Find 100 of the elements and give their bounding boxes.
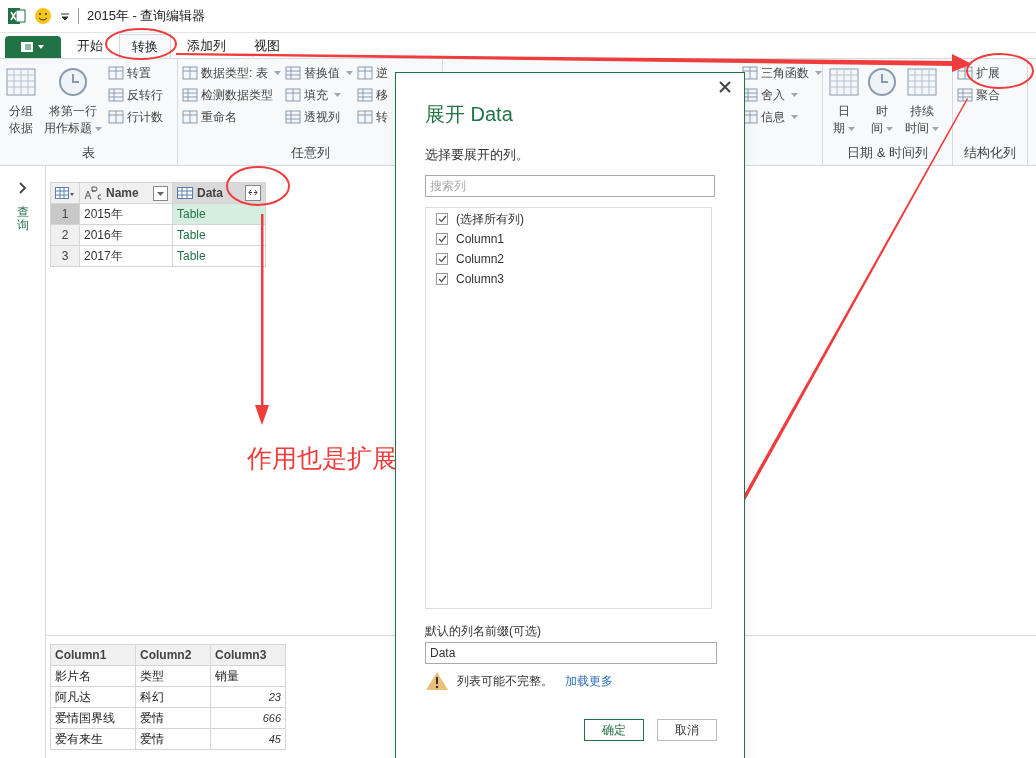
table-cell: 类型 [135,665,211,687]
column-name: Data [197,185,224,202]
ribbon-button[interactable]: 替换值 [284,63,353,82]
clock-icon [58,67,88,97]
close-icon[interactable] [719,81,731,93]
table-cell: 科幻 [135,686,211,708]
file-menu-button[interactable] [5,36,61,58]
load-more-link[interactable]: 加载更多 [565,671,613,690]
table-cell: 2017年 [79,245,173,267]
prefix-label: 默认的列名前缀(可选) [425,622,542,640]
column-checkbox-item[interactable]: (选择所有列) [436,210,711,228]
checkbox[interactable] [436,233,448,245]
ribbon-button[interactable]: 将第一行 用作标题 [42,63,104,141]
column-checkbox-item[interactable]: Column3 [436,270,711,288]
ribbon-button[interactable]: 转 [356,107,388,126]
table-cell: 2015年 [79,203,173,225]
dialog-button[interactable]: 确定 [584,718,644,741]
check-icon [437,255,447,263]
checkbox[interactable] [436,253,448,265]
table-icon [829,67,859,97]
grid-icon [356,64,373,81]
prefix-field[interactable]: Data [425,641,717,664]
grid-icon [356,108,373,125]
grid-icon [108,108,124,125]
grid-icon [108,64,124,81]
check-icon [437,215,447,223]
row-number[interactable]: 2 [50,224,80,246]
grid-icon [182,108,198,125]
grid-icon [182,64,198,81]
warning-icon [425,670,449,691]
column-header: Column1 [50,644,136,666]
ribbon-tab[interactable]: 添加列 [175,34,238,58]
ribbon-button[interactable]: 时 间 [865,63,899,141]
annotation-circle [105,28,177,60]
grid-icon [284,108,301,125]
row-number[interactable]: 1 [50,203,80,225]
ribbon-button[interactable]: 转置 [108,63,163,82]
checkbox[interactable] [436,273,448,285]
smiley-icon[interactable] [34,7,52,25]
ribbon-button[interactable]: 分组 依据 [4,63,38,141]
customize-menu-icon[interactable] [60,11,70,21]
ribbon-tab[interactable]: 转换 [119,34,171,58]
group-label: 日期 & 时间列 [847,144,928,163]
table-cell: 666 [210,707,286,729]
search-field[interactable]: 搜索列 [425,174,715,197]
expand-pane-icon[interactable] [17,182,28,194]
annotation-circle [966,53,1034,89]
filter-dropdown-icon[interactable] [153,185,168,201]
grid-icon [284,64,301,81]
dialog-button[interactable]: 取消 [657,718,717,741]
checkbox[interactable] [436,213,448,225]
annotation-circle [226,166,290,206]
ribbon-button[interactable]: 检测数据类型 [182,85,281,104]
expand-icon[interactable] [245,185,261,201]
table-icon [55,187,75,199]
ribbon-button[interactable]: 填充 [284,85,353,104]
table-cell: 销量 [210,665,286,687]
ribbon-tab[interactable]: 视图 [242,34,292,58]
column-checkbox-item[interactable]: Column1 [436,230,711,248]
column-header[interactable]: Data [172,182,266,204]
check-icon [437,275,447,283]
column-header: Column3 [210,644,286,666]
dialog-title: 展开 Data [425,102,514,127]
table-menu-header[interactable] [50,182,80,204]
column-name: Name [106,185,140,202]
column-checkbox-item[interactable]: Column2 [436,250,711,268]
table-icon [6,67,36,97]
table-cell: 45 [210,728,286,750]
ribbon-button[interactable]: 逆 [356,63,388,82]
table-cell: 影片名 [50,665,136,687]
table-cell: 2016年 [79,224,173,246]
ribbon-button[interactable]: 聚合 [957,85,1000,104]
ribbon-button[interactable]: 透视列 [284,107,353,126]
group-label: 表 [82,144,95,163]
table-icon [177,187,193,199]
window-title: 2015年 - 查询编辑器 [87,7,206,26]
ribbon-button[interactable]: 行计数 [108,107,163,126]
text-type-icon [84,186,102,200]
column-header: Column2 [135,644,211,666]
column-header[interactable]: Name [79,182,173,204]
ribbon-button[interactable]: 重命名 [182,107,281,126]
menu-icon [20,41,46,53]
ribbon-tab[interactable]: 开始 [65,34,115,58]
table-cell: 阿凡达 [50,686,136,708]
ribbon-button[interactable]: 持续 时间 [903,63,941,141]
queries-pane-label[interactable]: 查询 [16,206,29,233]
check-icon [437,235,447,243]
row-number[interactable]: 3 [50,245,80,267]
dialog-subtitle: 选择要展开的列。 [425,146,530,164]
ribbon-button[interactable]: 数据类型: 表 [182,63,281,82]
clock-icon [867,67,897,97]
group-label: 结构化列 [964,144,1016,163]
grid-icon [182,86,198,103]
ribbon-button[interactable]: 日 期 [827,63,861,141]
table-cell: 爱有来生 [50,728,136,750]
ribbon-button[interactable]: 移 [356,85,388,104]
grid-icon [957,86,973,103]
table-icon [907,67,937,97]
grid-icon [284,86,301,103]
ribbon-button[interactable]: 反转行 [108,85,163,104]
